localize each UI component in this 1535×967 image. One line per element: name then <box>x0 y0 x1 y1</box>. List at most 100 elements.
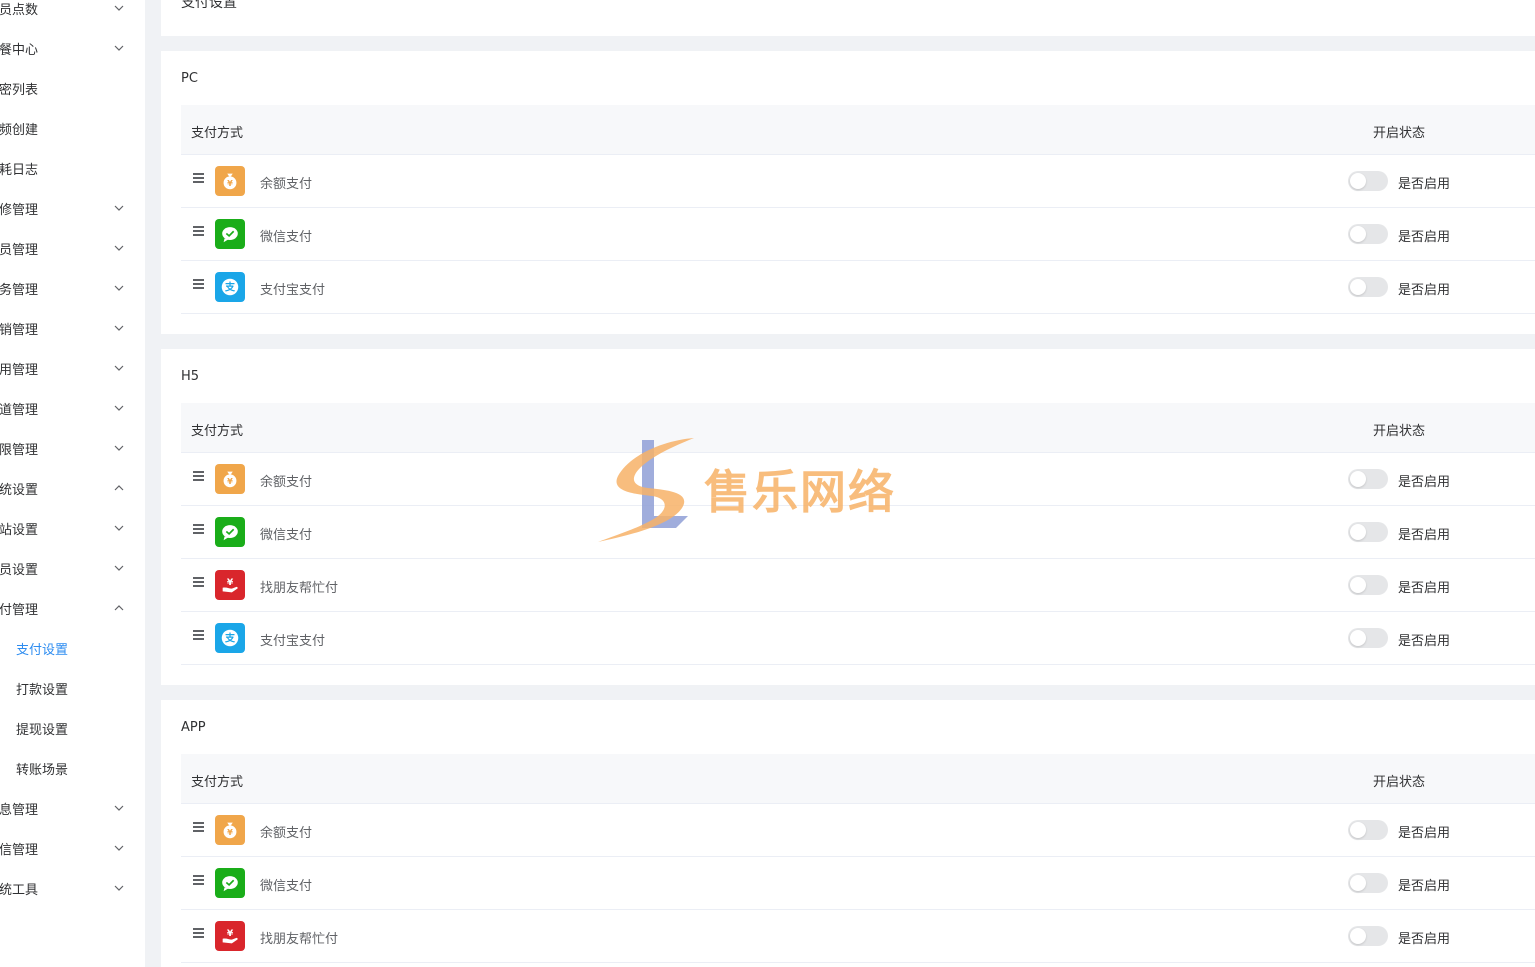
svg-text:¥: ¥ <box>227 827 233 837</box>
sidebar-item[interactable]: 套餐中心 <box>0 28 145 68</box>
table-row: 支 支付宝支付 是否启用 <box>181 261 1535 314</box>
enable-toggle-label: 是否启用 <box>1398 177 1451 192</box>
sidebar-item-label: 网站设置 <box>0 522 39 538</box>
sidebar-item-label: 装修管理 <box>0 202 39 218</box>
payment-method-name: 支付宝支付 <box>260 634 326 649</box>
enable-toggle[interactable] <box>1348 277 1388 297</box>
sidebar-item[interactable]: 短信管理 <box>0 828 145 868</box>
drag-handle-icon[interactable] <box>193 875 204 885</box>
chevron-down-icon <box>114 363 124 373</box>
sidebar-item[interactable]: 会员设置 <box>0 548 145 588</box>
enable-toggle-label: 是否启用 <box>1398 581 1451 596</box>
enable-toggle[interactable] <box>1348 628 1388 648</box>
enable-toggle[interactable] <box>1348 575 1388 595</box>
drag-handle-icon[interactable] <box>193 173 204 183</box>
drag-handle-icon[interactable] <box>193 928 204 938</box>
chevron-down-icon <box>114 283 124 293</box>
wechat-pay-icon <box>215 219 245 249</box>
drag-handle-icon[interactable] <box>193 471 204 481</box>
sidebar-item[interactable]: 会员管理 <box>0 228 145 268</box>
chevron-down-icon <box>114 203 124 213</box>
sidebar-item[interactable]: 打款设置 <box>0 668 145 708</box>
chevron-down-icon <box>114 443 124 453</box>
sidebar-item[interactable]: 渠道管理 <box>0 388 145 428</box>
drag-handle-icon[interactable] <box>193 226 204 236</box>
column-header-method: 支付方式 <box>191 126 244 141</box>
sidebar-item[interactable]: 视频创建 <box>0 108 145 148</box>
chevron-up-icon <box>114 483 124 493</box>
sidebar: 会员点数套餐中心卡密列表视频创建消耗日志装修管理会员管理财务管理营销管理应用管理… <box>0 0 145 967</box>
enable-toggle[interactable] <box>1348 522 1388 542</box>
section-title: APP <box>181 720 206 735</box>
sidebar-item-label: 会员点数 <box>0 2 39 18</box>
enable-toggle[interactable] <box>1348 820 1388 840</box>
section-title: PC <box>181 71 198 86</box>
enable-toggle-label: 是否启用 <box>1398 475 1451 490</box>
table-row: ¥ 找朋友帮忙付 是否启用 <box>181 559 1535 612</box>
drag-handle-icon[interactable] <box>193 524 204 534</box>
payment-section-card: H5 支付方式 开启状态 ¥ 余额支付 是否启用 微信支付 是否启用 ¥ 找朋友帮忙付 是否启用支支… <box>161 349 1535 685</box>
drag-handle-icon[interactable] <box>193 822 204 832</box>
sidebar-item-label: 应用管理 <box>0 362 39 378</box>
enable-toggle-label: 是否启用 <box>1398 230 1451 245</box>
chevron-up-icon <box>114 603 124 613</box>
wechat-pay-icon <box>215 868 245 898</box>
table-row: ¥ 找朋友帮忙付 是否启用 <box>181 910 1535 963</box>
chevron-down-icon <box>114 323 124 333</box>
svg-text:支: 支 <box>224 281 236 294</box>
enable-toggle[interactable] <box>1348 224 1388 244</box>
chevron-down-icon <box>114 43 124 53</box>
sidebar-item-label: 系统设置 <box>0 482 39 498</box>
sidebar-item[interactable]: 支付管理 <box>0 588 145 628</box>
sidebar-item[interactable]: 财务管理 <box>0 268 145 308</box>
alipay-icon: 支 <box>215 623 245 653</box>
sidebar-item[interactable]: 转账场景 <box>0 748 145 788</box>
enable-toggle[interactable] <box>1348 926 1388 946</box>
sidebar-item[interactable]: 装修管理 <box>0 188 145 228</box>
drag-handle-icon[interactable] <box>193 630 204 640</box>
table-row: ¥ 余额支付 是否启用 <box>181 155 1535 208</box>
sidebar-item[interactable]: 系统工具 <box>0 868 145 908</box>
sidebar-item[interactable]: 会员点数 <box>0 0 145 28</box>
sidebar-item[interactable]: 提现设置 <box>0 708 145 748</box>
balance-pay-icon: ¥ <box>215 815 245 845</box>
table-row: 微信支付 是否启用 <box>181 857 1535 910</box>
sidebar-item-label: 支付设置 <box>16 642 69 658</box>
sidebar-item[interactable]: 卡密列表 <box>0 68 145 108</box>
enable-toggle-label: 是否启用 <box>1398 528 1451 543</box>
sidebar-item[interactable]: 消耗日志 <box>0 148 145 188</box>
sidebar-item[interactable]: 网站设置 <box>0 508 145 548</box>
chevron-down-icon <box>114 403 124 413</box>
sidebar-item-label: 视频创建 <box>0 122 39 138</box>
table-header: 支付方式 开启状态 <box>181 403 1535 453</box>
sidebar-item-label: 渠道管理 <box>0 402 39 418</box>
column-header-method: 支付方式 <box>191 424 244 439</box>
section-title: H5 <box>181 369 200 384</box>
sidebar-item[interactable]: 系统设置 <box>0 468 145 508</box>
drag-handle-icon[interactable] <box>193 279 204 289</box>
enable-toggle-label: 是否启用 <box>1398 283 1451 298</box>
sidebar-item[interactable]: 消息管理 <box>0 788 145 828</box>
payment-method-name: 微信支付 <box>260 879 313 894</box>
svg-text:¥: ¥ <box>227 178 233 188</box>
enable-toggle[interactable] <box>1348 873 1388 893</box>
table-row: 支 支付宝支付 是否启用 <box>181 612 1535 665</box>
sidebar-item[interactable]: 支付设置 <box>0 628 145 668</box>
sidebar-item[interactable]: 营销管理 <box>0 308 145 348</box>
sidebar-item[interactable]: 权限管理 <box>0 428 145 468</box>
balance-pay-icon: ¥ <box>215 464 245 494</box>
sidebar-item-label: 支付管理 <box>0 602 39 618</box>
payment-method-name: 微信支付 <box>260 528 313 543</box>
enable-toggle[interactable] <box>1348 171 1388 191</box>
sidebar-item-label: 短信管理 <box>0 842 39 858</box>
sidebar-item[interactable]: 应用管理 <box>0 348 145 388</box>
sidebar-item-label: 营销管理 <box>0 322 39 338</box>
alipay-icon: 支 <box>215 272 245 302</box>
drag-handle-icon[interactable] <box>193 577 204 587</box>
sidebar-item-label: 转账场景 <box>16 762 69 778</box>
sidebar-item-label: 系统工具 <box>0 882 39 898</box>
chevron-down-icon <box>114 843 124 853</box>
table-row: ¥ 余额支付 是否启用 <box>181 453 1535 506</box>
table-header: 支付方式 开启状态 <box>181 105 1535 155</box>
enable-toggle[interactable] <box>1348 469 1388 489</box>
